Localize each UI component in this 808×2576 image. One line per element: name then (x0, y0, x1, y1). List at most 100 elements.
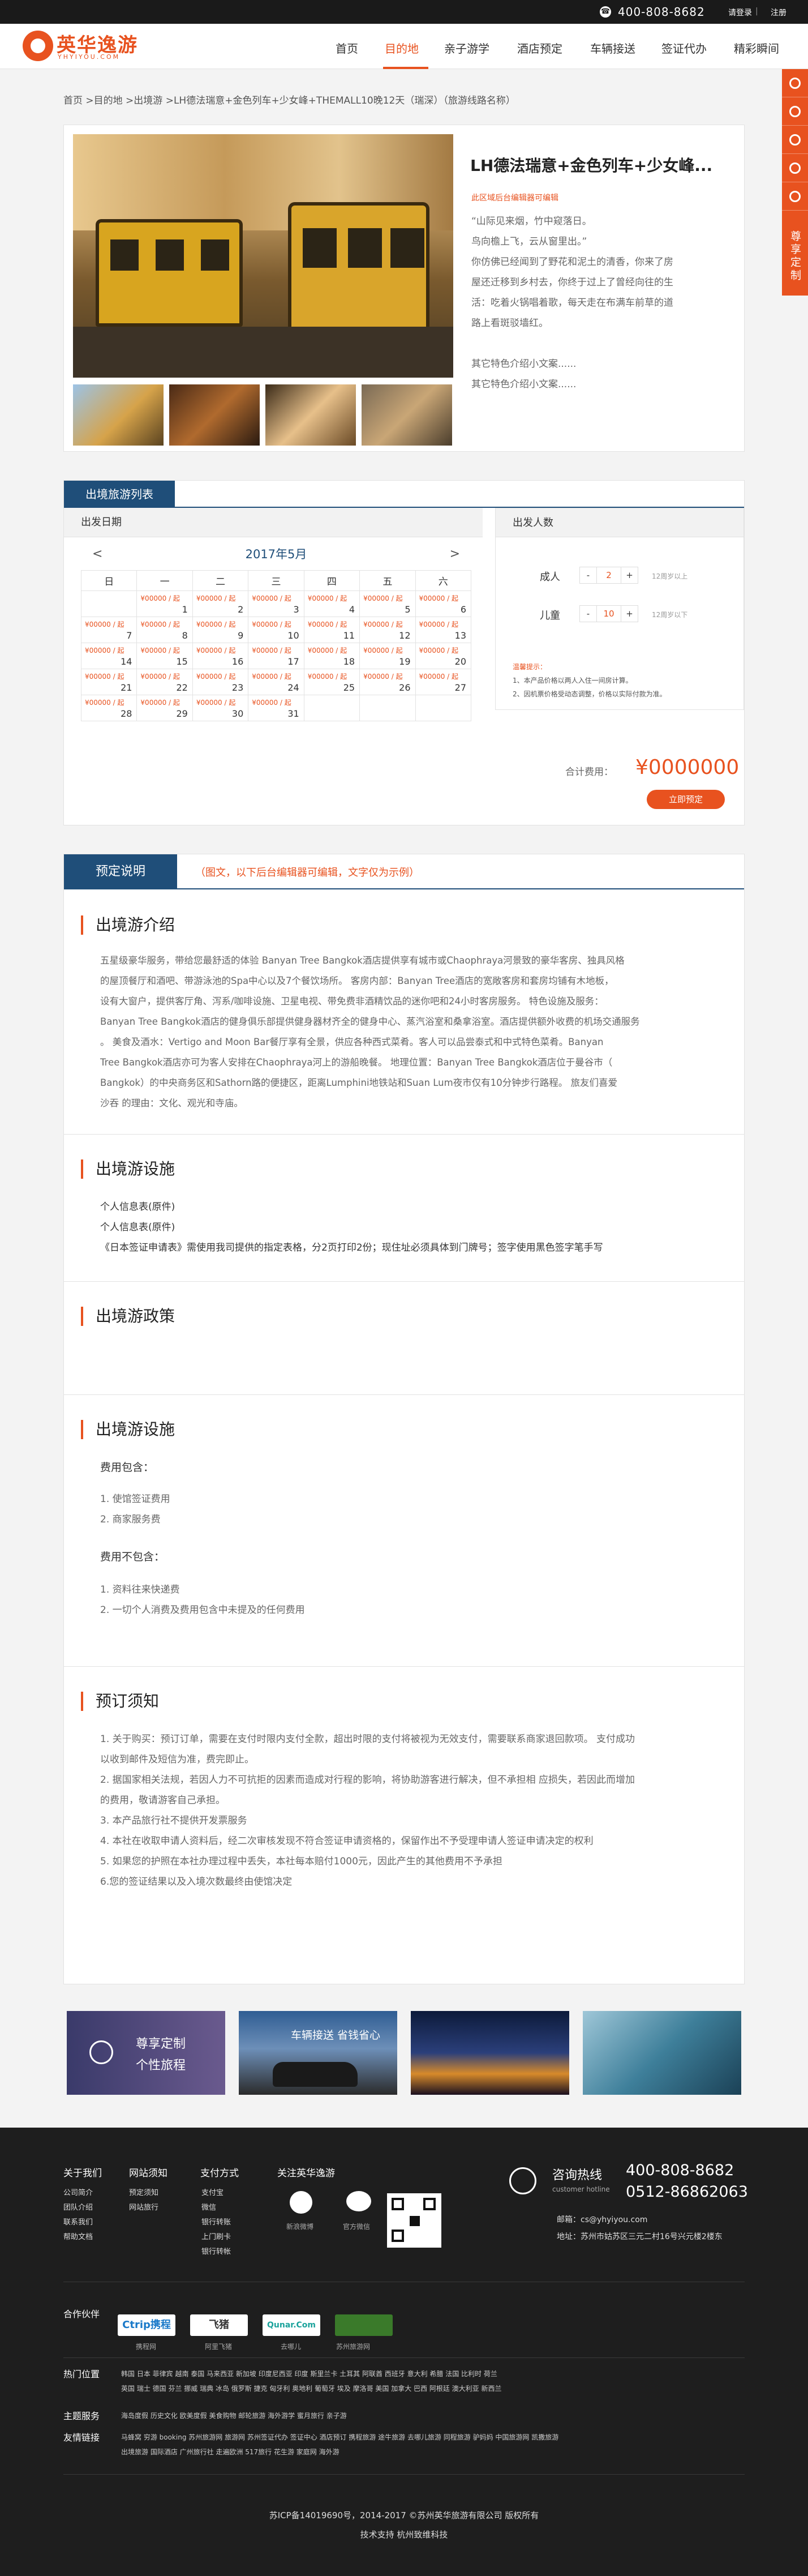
footer-link[interactable]: 上门刷卡 (201, 2231, 231, 2241)
thumbnail-photo[interactable] (265, 384, 356, 446)
calendar-day[interactable]: ¥00000 / 起 29 (136, 695, 193, 721)
calendar-day[interactable]: ¥00000 / 起6 (415, 590, 472, 617)
day-number: 23 (231, 682, 244, 693)
weibo-icon[interactable] (782, 154, 808, 182)
footer-link[interactable]: 银行转帐 (201, 2245, 231, 2256)
crown-icon[interactable] (782, 182, 808, 211)
promo-custom-tour[interactable]: 尊享定制 个性旅程 (67, 2011, 225, 2095)
footer-link[interactable]: 联系我们 (63, 2216, 93, 2227)
partner-qunar[interactable]: Qunar.Com (263, 2314, 320, 2336)
thumbnail-photo[interactable] (73, 384, 164, 446)
calendar-day[interactable]: ¥00000 / 起8 (136, 617, 193, 643)
nav-transfer[interactable]: 车辆接送 (590, 40, 635, 56)
calendar-day[interactable]: ¥00000 / 起 11 (303, 617, 360, 643)
weibo-icon[interactable] (290, 2191, 312, 2214)
qq-icon[interactable] (782, 69, 808, 97)
phone-float-icon[interactable] (782, 97, 808, 126)
nav-destination[interactable]: 目的地 (385, 40, 419, 56)
breadcrumb[interactable]: 首页 >目的地 >出境游 >LH德法瑞意+金色列车+少女峰+THEMALL10晚… (63, 92, 515, 106)
calendar-day[interactable]: ¥00000 / 起9 (192, 617, 249, 643)
footer-link[interactable]: 微信 (201, 2201, 216, 2212)
promo-night-view[interactable] (411, 2011, 569, 2095)
desc-line: 活：吃着火锅唱着歌，每天走在布满车前草的道 (471, 297, 673, 309)
footer-link[interactable]: 帮助文档 (63, 2231, 93, 2241)
thumbnail-photo[interactable] (169, 384, 260, 446)
calendar-day[interactable]: ¥00000 / 起 31 (248, 695, 304, 721)
footer-link[interactable]: 团队介绍 (63, 2201, 93, 2212)
book-now-button[interactable]: 立即预定 (647, 790, 725, 809)
calendar-day[interactable]: ¥00000 / 起 12 (359, 617, 416, 643)
include-label: 费用包含： (100, 1461, 154, 1474)
day-number: 25 (343, 682, 355, 693)
wechat-icon[interactable] (782, 126, 808, 154)
calendar-day[interactable]: ¥00000 / 起 13 (415, 617, 472, 643)
friend-links[interactable]: 出境旅游 国际酒店 广州旅行社 走遍欧洲 517旅行 花生游 家庭网 海外游 (121, 2447, 339, 2457)
nav-hotel[interactable]: 酒店预定 (517, 40, 562, 56)
next-month-button[interactable]: > (450, 544, 460, 564)
calendar-day[interactable]: ¥00000 / 起 17 (248, 643, 304, 669)
logo-icon[interactable] (23, 31, 53, 61)
calendar-day[interactable]: ¥00000 / 起 24 (248, 669, 304, 695)
adult-count[interactable]: 2 (597, 567, 621, 583)
promo-transfer[interactable]: 车辆接送 省钱省心 (239, 2011, 397, 2095)
partner-suzhou-travel[interactable] (335, 2314, 393, 2336)
adult-minus-button[interactable]: - (580, 567, 597, 583)
footer-link[interactable]: 公司简介 (63, 2186, 93, 2197)
tab-booking-info[interactable]: 预定说明 (64, 854, 177, 889)
calendar-day[interactable]: ¥00000 / 起3 (248, 590, 304, 617)
child-plus-button[interactable]: + (621, 606, 638, 622)
calendar-day[interactable]: ¥00000 / 起5 (359, 590, 416, 617)
calendar-day[interactable]: ¥00000 / 起7 (80, 617, 137, 643)
footer-divider (63, 2474, 745, 2475)
child-minus-button[interactable]: - (580, 606, 597, 622)
hot-locations[interactable]: 英国 瑞士 德国 芬兰 挪威 瑞典 冰岛 俄罗斯 捷克 匈牙利 奥地利 葡萄牙 … (121, 2384, 501, 2393)
calendar-day[interactable]: ¥00000 / 起 30 (192, 695, 249, 721)
child-stepper[interactable]: - 10 + (579, 605, 638, 622)
thumbnail-photo[interactable] (362, 384, 452, 446)
calendar-day[interactable]: ¥00000 / 起 23 (192, 669, 249, 695)
calendar-day[interactable]: ¥00000 / 起 21 (80, 669, 137, 695)
calendar-day[interactable]: ¥00000 / 起4 (303, 590, 360, 617)
footer-link[interactable]: 支付宝 (201, 2186, 224, 2197)
calendar-day[interactable]: ¥00000 / 起1 (136, 590, 193, 617)
nav-visa[interactable]: 签证代办 (661, 40, 707, 56)
nav-home[interactable]: 首页 (336, 40, 358, 56)
prev-month-button[interactable]: < (92, 544, 102, 564)
login-link[interactable]: 请登录 (728, 7, 752, 18)
calendar-day[interactable]: ¥00000 / 起 27 (415, 669, 472, 695)
tab-tour-list[interactable]: 出境旅游列表 (64, 481, 175, 508)
calendar-day[interactable]: ¥00000 / 起 18 (303, 643, 360, 669)
hot-locations[interactable]: 韩国 日本 菲律宾 越南 泰国 马来西亚 新加坡 印度尼西亚 印度 斯里兰卡 土… (121, 2369, 497, 2378)
calendar-day[interactable]: ¥00000 / 起2 (192, 590, 249, 617)
adult-stepper[interactable]: - 2 + (579, 567, 638, 584)
calendar-day[interactable]: ¥00000 / 起 25 (303, 669, 360, 695)
theme-links[interactable]: 海岛度假 历史文化 欧美度假 美食购物 邮轮旅游 海外游学 蜜月旅行 亲子游 (121, 2411, 347, 2420)
calendar-day[interactable]: ¥00000 / 起 16 (192, 643, 249, 669)
footer-link[interactable]: 银行转账 (201, 2216, 231, 2227)
calendar-day[interactable]: ¥00000 / 起 20 (415, 643, 472, 669)
partner-ctrip[interactable]: Ctrip携程 (118, 2314, 175, 2336)
nav-family-study[interactable]: 亲子游学 (444, 40, 489, 56)
wechat-icon[interactable] (346, 2191, 371, 2211)
partner-fliggy[interactable]: 飞猪 (190, 2314, 248, 2336)
day-price: ¥00000 / 起 (196, 621, 236, 628)
friend-links[interactable]: 马蜂窝 穷游 booking 苏州旅游网 旅游网 苏州签证代办 签证中心 酒店预… (121, 2432, 558, 2442)
intro-line: Banyan Tree Bangkok酒店的健身俱乐部提供健身器材齐全的健身中心… (100, 1016, 640, 1027)
calendar-day[interactable]: ¥00000 / 起 26 (359, 669, 416, 695)
calendar-day[interactable]: ¥00000 / 起 19 (359, 643, 416, 669)
day-number: 6 (460, 604, 466, 615)
calendar-day[interactable]: ¥00000 / 起 14 (80, 643, 137, 669)
calendar-day[interactable]: ¥00000 / 起 15 (136, 643, 193, 669)
calendar-day[interactable]: ¥00000 / 起 10 (248, 617, 304, 643)
calendar-day[interactable]: ¥00000 / 起 28 (80, 695, 137, 721)
promo-seaside[interactable] (583, 2011, 741, 2095)
footer-link[interactable]: 网站旅行 (129, 2201, 158, 2212)
adult-plus-button[interactable]: + (621, 567, 638, 583)
calendar-day[interactable]: ¥00000 / 起 22 (136, 669, 193, 695)
nav-moments[interactable]: 精彩瞬间 (734, 40, 779, 56)
register-link[interactable]: 注册 (771, 7, 786, 18)
custom-tour-button[interactable]: 尊享定制 (782, 211, 808, 296)
day-price: ¥00000 / 起 (85, 673, 124, 681)
child-count[interactable]: 10 (597, 606, 621, 622)
footer-link[interactable]: 预定须知 (129, 2186, 158, 2197)
